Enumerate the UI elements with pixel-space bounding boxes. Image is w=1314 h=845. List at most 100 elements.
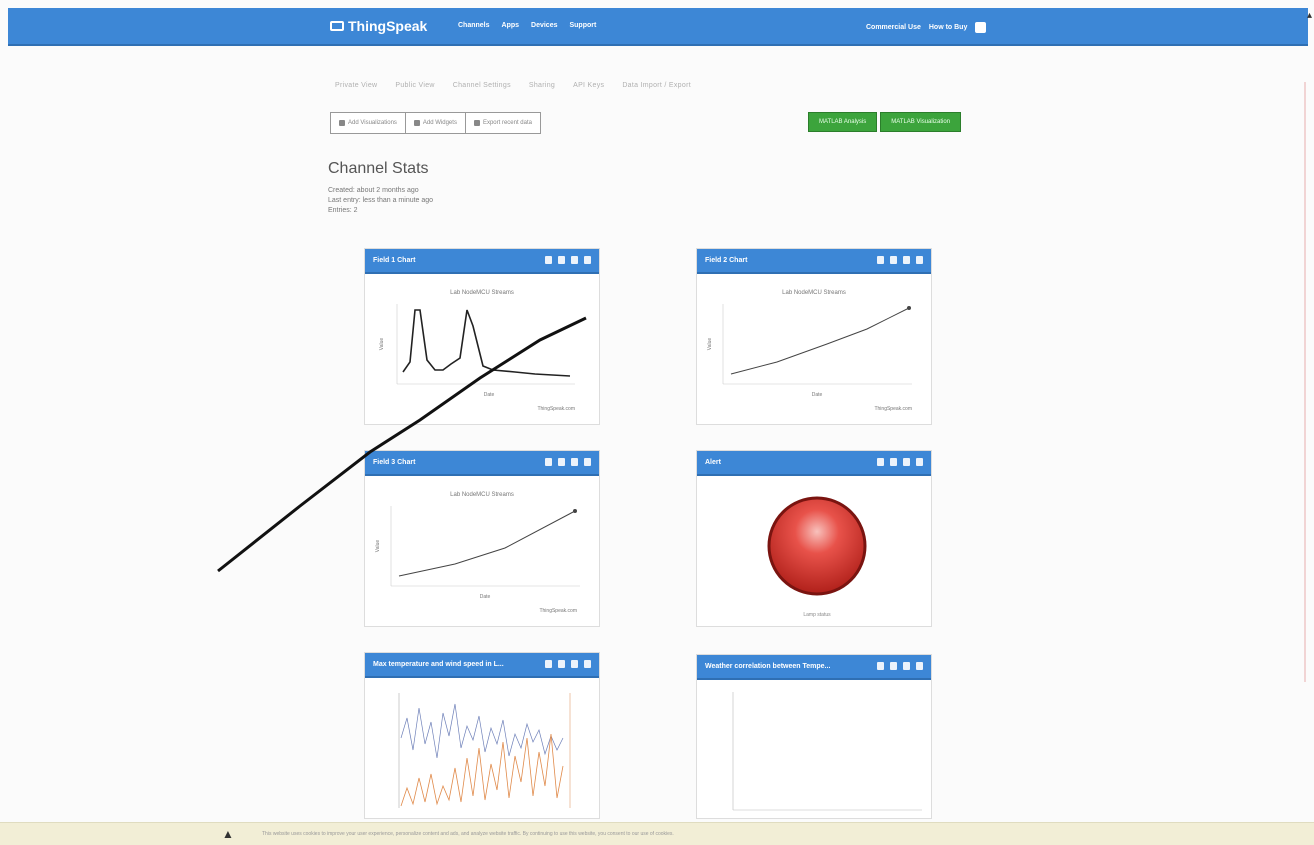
edit-icon[interactable] <box>571 256 578 264</box>
close-icon[interactable] <box>584 458 591 466</box>
widget-tools <box>545 256 591 264</box>
field-2-chart-widget: Field 2 Chart Lab NodeMCU Streams Date V… <box>696 248 932 425</box>
data-line <box>402 309 571 377</box>
comment-icon[interactable] <box>558 458 565 466</box>
widget-tools <box>877 256 923 264</box>
edit-icon[interactable] <box>903 256 910 264</box>
chart-area: Lab NodeMCU Streams Date Value ThingSpea… <box>365 476 599 626</box>
widget-tools <box>545 660 591 668</box>
widget-title: Field 3 Chart <box>373 459 416 466</box>
chart-area <box>697 680 931 818</box>
chart-area: Lab NodeMCU Streams Date Value ThingSpea… <box>697 274 931 424</box>
account-icon[interactable] <box>975 22 987 33</box>
external-link-icon[interactable] <box>877 662 884 670</box>
comment-icon[interactable] <box>890 458 897 466</box>
tab-private-view[interactable]: Private View <box>335 82 377 89</box>
stats-entries: Entries: 2 <box>328 207 358 214</box>
comment-icon[interactable] <box>558 256 565 264</box>
nav-link-channels[interactable]: Channels <box>458 22 490 29</box>
download-icon <box>473 120 480 126</box>
nav-link-how-to-buy[interactable]: How to Buy <box>929 24 968 31</box>
data-line <box>398 510 576 577</box>
y-axis-label: Value <box>707 338 713 351</box>
lamp-area: Lamp status <box>697 476 931 626</box>
edit-icon[interactable] <box>571 660 578 668</box>
close-icon[interactable] <box>916 458 923 466</box>
export-recent-data-button[interactable]: Export recent data <box>466 113 540 133</box>
comment-icon[interactable] <box>558 660 565 668</box>
x-axis-label: Date <box>480 594 491 600</box>
chart-area: Lab NodeMCU Streams Date Value ThingSpea… <box>365 274 599 424</box>
brand-logo[interactable]: ThingSpeak <box>330 18 427 34</box>
add-widgets-button[interactable]: Add Widgets <box>406 113 466 133</box>
widget-title: Weather correlation between Tempe... <box>705 663 831 670</box>
external-link-icon[interactable] <box>545 660 552 668</box>
comment-icon[interactable] <box>890 662 897 670</box>
widget-header: Field 3 Chart <box>365 451 599 476</box>
chart-credit: ThingSpeak.com <box>874 406 912 412</box>
chart-credit: ThingSpeak.com <box>539 608 577 614</box>
add-visualizations-button[interactable]: Add Visualizations <box>331 113 406 133</box>
widget-title: Field 1 Chart <box>373 257 416 264</box>
thingspeak-icon <box>330 21 344 31</box>
external-link-icon[interactable] <box>545 458 552 466</box>
widget-tools <box>877 458 923 466</box>
plus-icon <box>413 120 420 126</box>
tab-public-view[interactable]: Public View <box>395 82 434 89</box>
nav-link-support[interactable]: Support <box>569 22 596 29</box>
widget-title: Field 2 Chart <box>705 257 748 264</box>
export-recent-data-label: Export recent data <box>482 120 532 126</box>
cookie-banner: ▲ This website uses cookies to improve y… <box>0 822 1314 845</box>
field-3-chart-widget: Field 3 Chart Lab NodeMCU Streams Date V… <box>364 450 600 627</box>
data-line <box>730 307 910 375</box>
close-icon[interactable] <box>916 662 923 670</box>
stats-created: Created: about 2 months ago <box>328 187 419 194</box>
weather-correlation-widget: Weather correlation between Tempe... <box>696 654 932 819</box>
alert-lamp-widget: Alert Lamp status <box>696 450 932 627</box>
nav-links: Channels Apps Devices Support <box>458 22 596 29</box>
add-visualizations-label: Add Visualizations <box>348 120 397 126</box>
add-widgets-label: Add Widgets <box>422 120 457 126</box>
field-1-chart-widget: Field 1 Chart Lab NodeMCU Streams Date V… <box>364 248 600 425</box>
tab-channel-settings[interactable]: Channel Settings <box>453 82 511 89</box>
widget-tools <box>545 458 591 466</box>
widget-tools <box>877 662 923 670</box>
warning-icon: ▲ <box>222 827 234 841</box>
widget-header: Weather correlation between Tempe... <box>697 655 931 680</box>
matlab-buttons: MATLAB Analysis MATLAB Visualization <box>808 112 962 132</box>
widget-header: Field 2 Chart <box>697 249 931 274</box>
channel-stats-details: Created: about 2 months ago Last entry: … <box>328 186 433 216</box>
nav-link-commercial[interactable]: Commercial Use <box>866 24 921 31</box>
tab-api-keys[interactable]: API Keys <box>573 82 604 89</box>
external-link-icon[interactable] <box>877 458 884 466</box>
channel-tabs: Private View Public View Channel Setting… <box>335 82 691 89</box>
edit-icon[interactable] <box>903 458 910 466</box>
close-icon[interactable] <box>584 660 591 668</box>
nav-link-apps[interactable]: Apps <box>502 22 520 29</box>
matlab-visualization-button[interactable]: MATLAB Visualization <box>880 112 962 132</box>
temperature-wind-widget: Max temperature and wind speed in L... <box>364 652 600 819</box>
tab-sharing[interactable]: Sharing <box>529 82 555 89</box>
top-navbar: ThingSpeak Channels Apps Devices Support… <box>8 8 1308 46</box>
edit-icon[interactable] <box>571 458 578 466</box>
temperature-series <box>400 703 564 759</box>
widget-header: Max temperature and wind speed in L... <box>365 653 599 678</box>
widget-header: Field 1 Chart <box>365 249 599 274</box>
close-icon[interactable] <box>916 256 923 264</box>
x-axis-label: Date <box>484 392 495 398</box>
comment-icon[interactable] <box>890 256 897 264</box>
nav-link-devices[interactable]: Devices <box>531 22 557 29</box>
annotation-stroke <box>217 316 587 573</box>
chart-title: Lab NodeMCU Streams <box>450 290 514 296</box>
edit-icon[interactable] <box>903 662 910 670</box>
external-link-icon[interactable] <box>877 256 884 264</box>
tab-data-import-export[interactable]: Data Import / Export <box>622 82 691 89</box>
stats-last-entry: Last entry: less than a minute ago <box>328 197 434 204</box>
data-point <box>573 509 577 513</box>
x-axis-label: Date <box>812 392 823 398</box>
close-icon[interactable] <box>584 256 591 264</box>
matlab-analysis-button[interactable]: MATLAB Analysis <box>808 112 878 132</box>
page-edge <box>1304 82 1306 682</box>
external-link-icon[interactable] <box>545 256 552 264</box>
cookie-message: This website uses cookies to improve you… <box>262 831 674 837</box>
